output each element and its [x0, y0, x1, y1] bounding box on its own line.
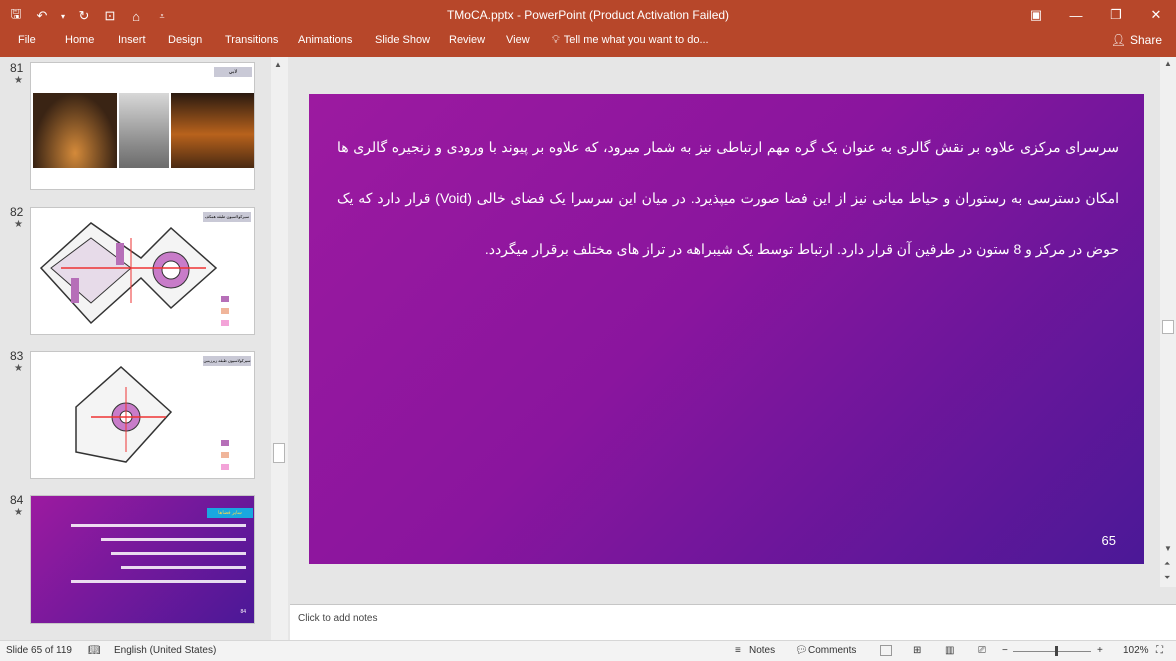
normal-view-icon[interactable]: [880, 645, 892, 656]
gallery-photo: [119, 93, 169, 168]
slide-thumbnail-83[interactable]: سیرکولاسیون طبقه زیرزمین: [30, 351, 255, 479]
restore-icon[interactable]: ❐: [1096, 0, 1136, 30]
slide-thumbnail-81[interactable]: لابي: [30, 62, 255, 190]
close-icon[interactable]: ✕: [1136, 0, 1176, 30]
share-label: Share: [1129, 33, 1162, 47]
thumb-number: 83: [10, 349, 24, 363]
slide-counter: Slide 65 of 119: [6, 645, 72, 656]
fit-slide-icon[interactable]: ⛶: [1156, 645, 1163, 656]
ribbon-display-icon[interactable]: ▣: [1016, 0, 1056, 30]
scroll-thumb[interactable]: [273, 443, 285, 463]
tab-design[interactable]: Design: [168, 34, 202, 46]
thumb-caption: سایر فضاها: [207, 508, 253, 518]
spellcheck-icon[interactable]: 📖︎: [88, 645, 101, 656]
share-button[interactable]: 👤︎ Share: [1111, 33, 1162, 47]
tell-me-box[interactable]: 💡︎ Tell me what you want to do...: [552, 34, 709, 47]
transition-star-icon: ★: [14, 75, 23, 86]
slideshow-icon[interactable]: ⎚: [978, 645, 986, 656]
thumb-number: 81: [10, 61, 24, 75]
ribbon-tabs: File Home Insert Design Transitions Anim…: [0, 30, 1176, 57]
zoom-slider[interactable]: [1013, 651, 1091, 652]
floor-plan-drawing: [39, 222, 229, 326]
slide-number: 65: [1101, 533, 1116, 548]
tab-transitions[interactable]: Transitions: [225, 34, 278, 46]
notes-button[interactable]: Notes: [749, 645, 775, 656]
gallery-photo: [171, 93, 254, 168]
scroll-down-icon[interactable]: ▼: [1164, 544, 1172, 553]
slide-sorter-icon[interactable]: ⊞: [913, 645, 921, 656]
title-bar: 🖫 ↶ ▾ ↻ ⊡ ⌂ ⩡ TMoCA.pptx - PowerPoint (P…: [0, 0, 1176, 30]
lightbulb-icon: 💡︎: [552, 34, 560, 46]
tab-review[interactable]: Review: [449, 34, 485, 46]
minimize-icon[interactable]: —: [1056, 0, 1096, 30]
thumb-caption: لابي: [214, 67, 252, 77]
slide-thumbnail-84[interactable]: سایر فضاها 84: [30, 495, 255, 624]
gallery-photo: [33, 93, 117, 168]
comments-button[interactable]: Comments: [808, 645, 856, 656]
thumb-slide-number: 84: [240, 609, 246, 615]
notes-pane[interactable]: Click to add notes: [290, 604, 1176, 640]
language-indicator[interactable]: English (United States): [114, 645, 216, 656]
transition-star-icon: ★: [14, 219, 23, 230]
tab-home[interactable]: Home: [65, 34, 94, 46]
scroll-up-icon[interactable]: ▲: [1164, 59, 1172, 68]
tab-insert[interactable]: Insert: [118, 34, 146, 46]
tab-slide-show[interactable]: Slide Show: [375, 34, 430, 46]
thumb-text-line: [71, 580, 246, 583]
thumb-number: 82: [10, 205, 24, 219]
thumb-number: 84: [10, 493, 24, 507]
slide-thumbnail-panel: 81 ★ لابي 82 ★ سیرکولاسیون طبقه همکف 83 …: [0, 57, 288, 640]
thumb-text-line: [111, 552, 246, 555]
slide-thumbnail-82[interactable]: سیرکولاسیون طبقه همکف: [30, 207, 255, 335]
window-controls: ▣ — ❐ ✕: [1016, 0, 1176, 30]
notes-placeholder[interactable]: Click to add notes: [298, 613, 378, 624]
zoom-in-icon[interactable]: +: [1097, 645, 1103, 656]
current-slide[interactable]: سرسرای مرکزی علاوه بر نقش گالری به عنوان…: [309, 94, 1144, 564]
tell-me-text: Tell me what you want to do...: [563, 34, 709, 46]
tab-view[interactable]: View: [506, 34, 530, 46]
scroll-up-icon[interactable]: ▲: [274, 60, 282, 69]
thumb-text-line: [101, 538, 246, 541]
slide-scrollbar[interactable]: ▲ ▼ ⏶ ⏷: [1160, 57, 1176, 587]
zoom-out-icon[interactable]: −: [1002, 645, 1008, 656]
comments-icon: 💬︎: [795, 645, 808, 656]
scroll-thumb[interactable]: [1162, 320, 1174, 334]
tab-file[interactable]: File: [18, 34, 36, 46]
notes-icon: ≡: [735, 645, 741, 656]
zoom-level[interactable]: 102%: [1123, 645, 1149, 656]
transition-star-icon: ★: [14, 363, 23, 374]
thumbnail-scrollbar[interactable]: ▲: [271, 57, 288, 640]
zoom-slider-thumb[interactable]: [1055, 646, 1058, 656]
person-icon: 👤︎: [1110, 33, 1126, 47]
status-bar: Slide 65 of 119 📖︎ English (United State…: [0, 640, 1176, 661]
window-title: TMoCA.pptx - PowerPoint (Product Activat…: [446, 8, 730, 22]
transition-star-icon: ★: [14, 507, 23, 518]
thumb-text-line: [121, 566, 246, 569]
tab-animations[interactable]: Animations: [298, 34, 352, 46]
slide-editing-area: سرسرای مرکزی علاوه بر نقش گالری به عنوان…: [290, 57, 1160, 602]
floor-plan-drawing: [75, 365, 229, 470]
previous-slide-icon[interactable]: ⏶: [1164, 559, 1170, 569]
thumb-text-line: [71, 524, 246, 527]
slide-body-text[interactable]: سرسرای مرکزی علاوه بر نقش گالری به عنوان…: [337, 122, 1119, 275]
next-slide-icon[interactable]: ⏷: [1164, 573, 1170, 583]
reading-view-icon[interactable]: ▥: [945, 645, 954, 656]
